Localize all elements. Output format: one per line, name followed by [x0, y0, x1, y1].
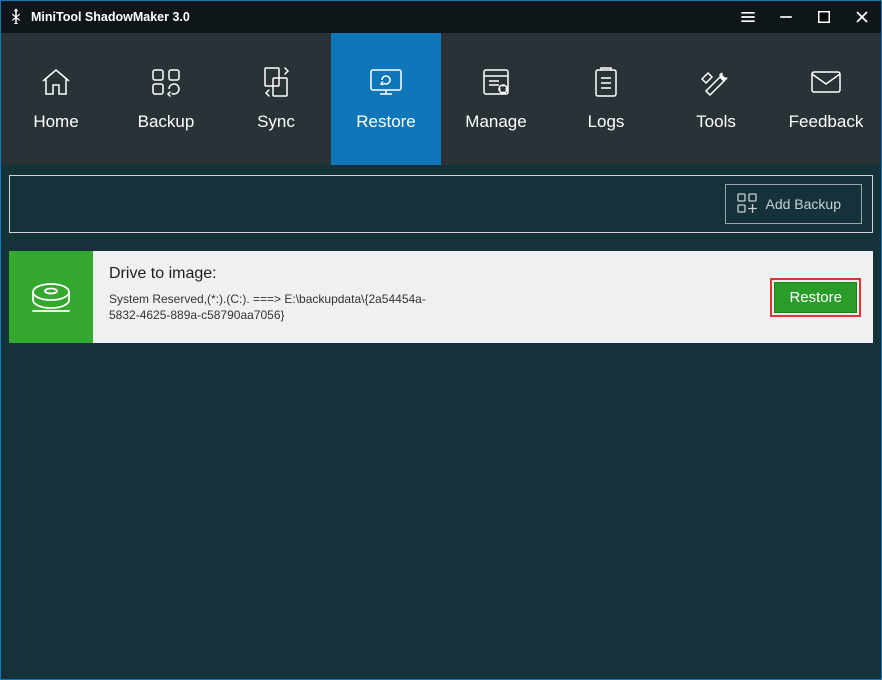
- app-title: MiniTool ShadowMaker 3.0: [31, 10, 190, 24]
- nav-tools[interactable]: Tools: [661, 33, 771, 165]
- backup-icon: [148, 66, 184, 98]
- restore-button[interactable]: Restore: [774, 282, 857, 313]
- nav-logs[interactable]: Logs: [551, 33, 661, 165]
- restore-button-highlight: Restore: [770, 278, 861, 317]
- nav-sync[interactable]: Sync: [221, 33, 331, 165]
- nav-label: Home: [33, 112, 78, 132]
- add-backup-button[interactable]: Add Backup: [725, 184, 863, 224]
- nav-label: Sync: [257, 112, 295, 132]
- backup-item: Drive to image: System Reserved,(*:).(C:…: [9, 251, 873, 343]
- nav-restore[interactable]: Restore: [331, 33, 441, 165]
- nav-home[interactable]: Home: [1, 33, 111, 165]
- titlebar: MiniTool ShadowMaker 3.0: [1, 1, 881, 33]
- nav-label: Feedback: [789, 112, 864, 132]
- nav-manage[interactable]: Manage: [441, 33, 551, 165]
- nav-label: Logs: [588, 112, 625, 132]
- nav-label: Restore: [356, 112, 416, 132]
- maximize-button[interactable]: [813, 6, 835, 28]
- backup-title: Drive to image:: [109, 265, 754, 283]
- nav-label: Backup: [138, 112, 195, 132]
- logs-icon: [588, 66, 624, 98]
- nav-backup[interactable]: Backup: [111, 33, 221, 165]
- tools-icon: [698, 66, 734, 98]
- sync-icon: [258, 66, 294, 98]
- app-logo-icon: [7, 6, 25, 29]
- window-controls: [737, 6, 873, 28]
- content-area: Drive to image: System Reserved,(*:).(C:…: [1, 241, 881, 353]
- home-icon: [38, 66, 74, 98]
- add-backup-icon: [736, 192, 758, 217]
- menu-icon[interactable]: [737, 6, 759, 28]
- nav-feedback[interactable]: Feedback: [771, 33, 881, 165]
- add-backup-label: Add Backup: [766, 196, 842, 212]
- toolbar: Add Backup: [9, 175, 873, 233]
- restore-icon: [368, 66, 404, 98]
- nav-label: Tools: [696, 112, 736, 132]
- backup-thumbnail: [9, 251, 93, 343]
- backup-detail: System Reserved,(*:).(C:). ===> E:\backu…: [109, 291, 429, 323]
- main-nav: Home Backup Sync: [1, 33, 881, 165]
- manage-icon: [478, 66, 514, 98]
- minimize-button[interactable]: [775, 6, 797, 28]
- nav-label: Manage: [465, 112, 526, 132]
- close-button[interactable]: [851, 6, 873, 28]
- feedback-icon: [808, 66, 844, 98]
